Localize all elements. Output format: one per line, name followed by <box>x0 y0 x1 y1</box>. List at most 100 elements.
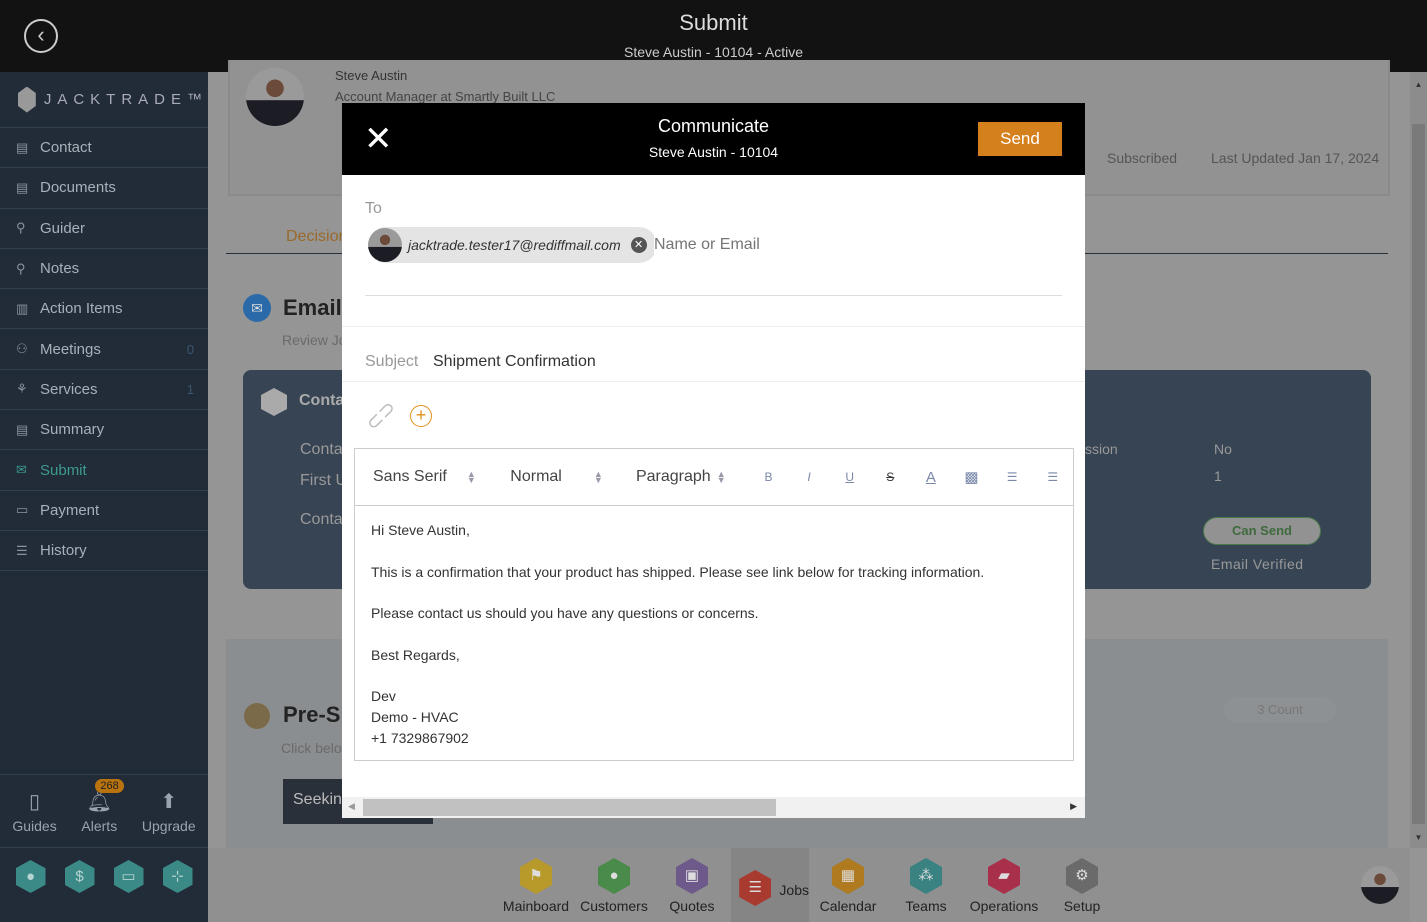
sidebar-item-contact[interactable]: ▤ Contact <box>0 128 208 169</box>
sidebar-item-label: Services <box>40 380 98 398</box>
contact-book-icon: ▤ <box>16 139 29 155</box>
nav-jobs[interactable]: ☰ Jobs <box>731 848 809 922</box>
page-subtitle: Steve Austin - 10104 - Active <box>624 44 803 60</box>
subject-label: Subject <box>365 353 419 370</box>
background-color-icon[interactable]: ▩ <box>951 468 992 486</box>
documents-icon: ▤ <box>16 179 29 195</box>
logo: JACKTRADE™ <box>0 72 208 128</box>
can-send-badge: Can Send <box>1203 517 1321 545</box>
sidebar-item-label: Contact <box>40 139 92 157</box>
workflow-icon[interactable]: ⊹ <box>162 860 193 893</box>
operations-icon: ▰ <box>988 858 1020 894</box>
bold-icon[interactable]: B <box>748 470 789 484</box>
recipient-input[interactable] <box>654 233 1034 257</box>
format-select[interactable]: Paragraph ▲ ▼ <box>636 468 748 486</box>
italic-icon[interactable]: I <box>789 470 830 484</box>
sidebar-item-guider[interactable]: ⚲ Guider <box>0 209 208 249</box>
page-title: Submit <box>679 10 748 35</box>
services-icon: ⚘ <box>16 381 28 397</box>
nav-mainboard[interactable]: ⚑ Mainboard <box>497 848 575 922</box>
upgrade-button[interactable]: ⬆ Upgrade <box>142 789 196 834</box>
nav-calendar[interactable]: ▦ Calendar <box>809 848 887 922</box>
sidebar-item-summary[interactable]: ▤ Summary <box>0 410 208 451</box>
recipient-avatar <box>368 228 402 262</box>
alerts-button[interactable]: 268 🔔︎ Alerts <box>81 778 124 834</box>
sidebar-item-count: 1 <box>186 381 194 397</box>
sidebar-item-label: Action Items <box>40 300 123 318</box>
guides-button[interactable]: ▯ Guides <box>12 789 56 834</box>
sidebar-item-action-items[interactable]: ▥ Action Items <box>0 289 208 330</box>
attach-link-icon[interactable]: ⊂⊃ <box>360 395 401 436</box>
sidebar-item-documents[interactable]: ▤ Documents <box>0 168 208 209</box>
editor-toolbar: Sans Serif ▲ ▼ Normal ▲ ▼ Paragraph ▲ ▼ B I U … <box>355 449 1073 506</box>
modal-title: Communicate <box>657 116 770 136</box>
sidebar-item-label: Documents <box>40 179 116 197</box>
sidebar-item-label: History <box>40 542 87 560</box>
setup-icon: ⚙ <box>1066 858 1098 894</box>
sidebar-item-label: Guider <box>40 219 86 237</box>
last-updated: Last Updated Jan 17, 2024 <box>1211 150 1380 166</box>
avatar <box>246 68 304 126</box>
summary-icon: ▤ <box>16 421 29 437</box>
calendar-icon: ▦ <box>832 858 864 894</box>
editor-content[interactable]: Hi Steve Austin, This is a confirmation … <box>355 506 1073 763</box>
customers-icon: ● <box>598 858 630 894</box>
dollar-icon[interactable]: $ <box>64 860 95 893</box>
font-select[interactable]: Sans Serif ▲ ▼ <box>373 468 510 486</box>
underline-icon[interactable]: U <box>829 470 870 484</box>
arrow-up-icon: ⬆ <box>160 790 178 813</box>
nav-quotes[interactable]: ▣ Quotes <box>653 848 731 922</box>
money-icon[interactable]: ▭ <box>113 860 144 893</box>
add-icon[interactable]: + <box>410 405 432 427</box>
back-button[interactable]: ‹ <box>24 19 58 53</box>
nav-teams[interactable]: ⁂ Teams <box>887 848 965 922</box>
text-color-icon[interactable]: A <box>911 469 952 486</box>
bottom-nav: ⚑ Mainboard ● Customers ▣ Quotes ☰ Jobs ▦ Calenda… <box>208 848 1410 922</box>
mainboard-icon: ⚑ <box>520 858 552 894</box>
sidebar-item-meetings[interactable]: ⚇ Meetings 0 <box>0 329 208 370</box>
email-icon: ✉ <box>243 294 271 322</box>
sidebar-item-label: Summary <box>40 421 105 439</box>
alerts-badge: 268 <box>95 778 124 793</box>
quotes-icon: ▣ <box>676 858 708 894</box>
subject-input[interactable]: Shipment Confirmation <box>433 353 596 371</box>
vertical-scrollbar[interactable]: ▲ ▼ <box>1410 72 1427 848</box>
signpost-icon: ⚲ <box>16 220 26 236</box>
nav-setup[interactable]: ⚙ Setup <box>1043 848 1121 922</box>
horizontal-scrollbar[interactable]: ◀ ▶ <box>342 797 1085 818</box>
sidebar-item-label: Submit <box>40 461 87 479</box>
close-icon[interactable]: ✕ <box>364 122 393 156</box>
recipient-chip: jacktrade.tester17@rediffmail.com ✕ <box>368 227 657 263</box>
payment-icon: ▭ <box>16 502 29 518</box>
modal-subtitle: Steve Austin - 10104 <box>648 144 779 160</box>
book-icon: ▯ <box>29 790 41 813</box>
sidebar-bottom: ▯ Guides 268 🔔︎ Alerts ⬆ Upgrade <box>0 774 208 848</box>
sidebar-item-services[interactable]: ⚘ Services 1 <box>0 370 208 411</box>
sidebar-item-submit[interactable]: ✉ Submit <box>0 450 208 491</box>
nav-operations[interactable]: ▰ Operations <box>965 848 1043 922</box>
tab-decision[interactable]: Decision <box>286 228 347 246</box>
sidebar-item-history[interactable]: ☰ History <box>0 531 208 572</box>
size-select[interactable]: Normal ▲ ▼ <box>510 468 636 486</box>
to-label: To <box>365 200 382 217</box>
bullet-list-icon[interactable]: ☰ <box>1032 470 1073 484</box>
history-icon: ☰ <box>16 542 28 558</box>
sidebar-item-label: Notes <box>40 260 80 278</box>
nav-customers[interactable]: ● Customers <box>575 848 653 922</box>
submit-mail-icon: ✉ <box>16 462 27 478</box>
remove-recipient-icon[interactable]: ✕ <box>630 237 647 253</box>
jobs-icon: ☰ <box>739 870 772 906</box>
sidebar-item-count: 0 <box>186 341 194 357</box>
user-avatar[interactable] <box>1361 866 1399 904</box>
sidebar-item-payment[interactable]: ▭ Payment <box>0 491 208 531</box>
sidebar-item-label: Payment <box>40 501 100 519</box>
user-icon[interactable]: ● <box>15 860 46 893</box>
meetings-icon: ⚇ <box>16 341 28 357</box>
subscribed-status: Subscribed <box>1107 150 1178 166</box>
sidebar-item-notes[interactable]: ⚲ Notes <box>0 249 208 290</box>
send-button[interactable]: Send <box>978 122 1062 156</box>
sidebar-item-label: Meetings <box>40 340 101 358</box>
strike-icon[interactable]: S <box>870 470 911 484</box>
rich-text-editor: Sans Serif ▲ ▼ Normal ▲ ▼ Paragraph ▲ ▼ B I U … <box>354 448 1074 761</box>
ordered-list-icon[interactable]: ☰ <box>992 470 1033 484</box>
